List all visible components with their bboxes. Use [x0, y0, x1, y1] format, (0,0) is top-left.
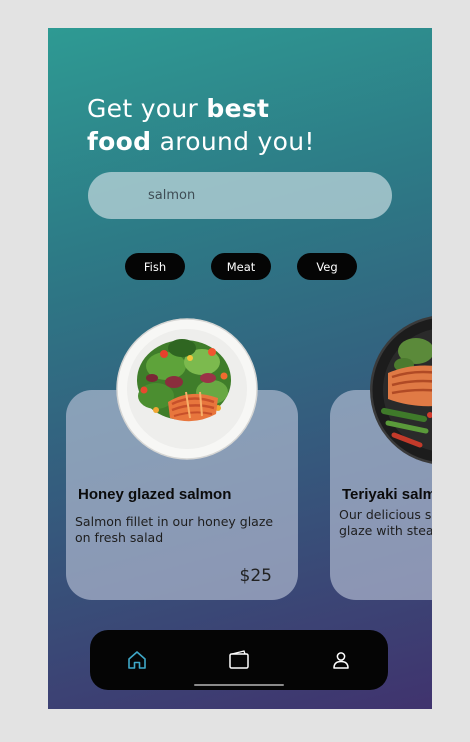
filter-chip-veg[interactable]: Veg: [297, 253, 357, 280]
headline-text: around you!: [159, 127, 315, 156]
headline-text: Get your: [87, 94, 199, 123]
nav-home-button[interactable]: [124, 648, 150, 672]
food-card-description: Our delicious salmon in teriyaki glaze w…: [339, 507, 432, 538]
search-input[interactable]: [148, 188, 368, 203]
food-card-description: Salmon fillet in our honey glaze on fres…: [75, 514, 274, 545]
salad-salmon-image: [116, 318, 258, 460]
home-icon: [128, 651, 146, 669]
food-card-title: Teriyaki salmon: [342, 486, 432, 503]
wallet-icon: [229, 650, 249, 669]
filter-chip-fish[interactable]: Fish: [125, 253, 185, 280]
headline: Get your best food around you!: [87, 92, 387, 158]
filter-chip-label: Meat: [226, 259, 256, 274]
nav-wallet-button[interactable]: [226, 648, 252, 672]
nav-profile-button[interactable]: [328, 648, 354, 672]
home-indicator[interactable]: [194, 684, 284, 686]
user-icon: [333, 652, 349, 669]
food-card-title: Honey glazed salmon: [78, 486, 232, 503]
app-screen: Get your best food around you! Fish Meat…: [48, 28, 432, 709]
search-bar[interactable]: [88, 172, 392, 219]
bottom-nav-bar: [90, 630, 388, 690]
headline-emphasis: food: [87, 127, 152, 156]
food-card-price: $25: [239, 566, 272, 586]
filter-chip-label: Veg: [316, 259, 338, 274]
filter-chip-meat[interactable]: Meat: [211, 253, 271, 280]
filter-chip-label: Fish: [143, 259, 167, 274]
headline-emphasis: best: [206, 94, 270, 123]
